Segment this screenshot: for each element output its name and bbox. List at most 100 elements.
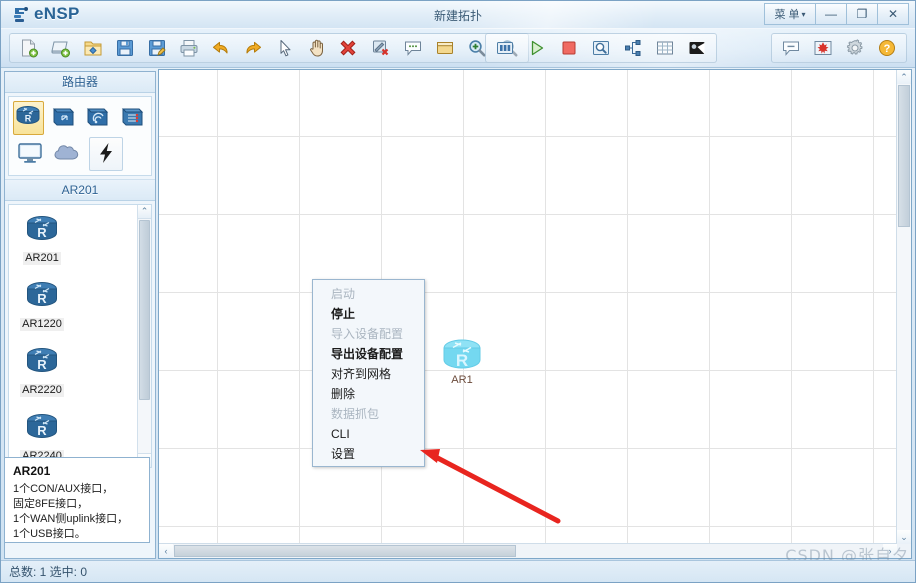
- palette-scrollbar-thumb[interactable]: [139, 220, 150, 400]
- maximize-button[interactable]: ❐: [846, 3, 878, 25]
- scroll-down-icon[interactable]: ⌄: [897, 530, 911, 544]
- canvas-vscroll-thumb[interactable]: [898, 85, 910, 227]
- print-icon[interactable]: [174, 34, 204, 62]
- router-device-icon: R: [22, 210, 62, 250]
- text-comment-icon[interactable]: [398, 34, 428, 62]
- redo-icon[interactable]: [238, 34, 268, 62]
- main-toolbar: ?: [1, 29, 915, 68]
- device-category-row-1: R: [11, 100, 149, 136]
- new-topology-icon[interactable]: [14, 34, 44, 62]
- delete-red-x-icon[interactable]: [334, 34, 364, 62]
- menu-item-settings[interactable]: 设置: [313, 444, 424, 464]
- model-label: AR201: [23, 252, 61, 265]
- canvas-hscroll-thumb[interactable]: [174, 545, 516, 557]
- maximize-icon: ❐: [856, 7, 868, 21]
- scroll-right-icon[interactable]: ›: [883, 544, 897, 558]
- save-as-icon[interactable]: [142, 34, 172, 62]
- select-cursor-icon[interactable]: [270, 34, 300, 62]
- save-icon[interactable]: [110, 34, 140, 62]
- window-controls: 菜 单 ▾ — ❐ ✕: [764, 3, 909, 27]
- status-bar: 总数: 1 选中: 0: [1, 560, 915, 582]
- svg-text:R: R: [25, 113, 32, 123]
- minimize-icon: —: [825, 7, 837, 21]
- model-item-ar1220[interactable]: R AR1220: [9, 273, 75, 339]
- menu-item-cli[interactable]: CLI: [313, 424, 424, 444]
- svg-text:R: R: [37, 357, 47, 372]
- svg-text:R: R: [37, 225, 47, 240]
- router-icon: R: [14, 104, 42, 133]
- tooltip-line: 1个USB接口。: [13, 528, 86, 540]
- scroll-up-icon[interactable]: ⌃: [138, 205, 151, 219]
- menu-item-export-config[interactable]: 导出设备配置: [313, 344, 424, 364]
- device-category-grid: R: [8, 96, 152, 176]
- device-category-row-2: [11, 136, 149, 172]
- category-switch[interactable]: [48, 101, 79, 135]
- wlan-ap-icon: [83, 104, 111, 133]
- start-play-icon[interactable]: [522, 34, 552, 62]
- maple-leaf-icon[interactable]: [808, 34, 838, 62]
- firewall-icon: [118, 104, 146, 133]
- menu-button[interactable]: 菜 单 ▾: [764, 3, 816, 25]
- device-model-grid: R AR201 R AR1220 R AR2220 R AR2240: [9, 207, 137, 467]
- category-wlan[interactable]: [82, 101, 113, 135]
- switch-icon: [49, 104, 77, 133]
- hand-pan-icon[interactable]: [302, 34, 332, 62]
- svg-text:R: R: [37, 423, 47, 438]
- canvas-vertical-scrollbar[interactable]: ⌃ ⌄: [896, 70, 911, 544]
- open-folder-icon[interactable]: [78, 34, 108, 62]
- undo-icon[interactable]: [206, 34, 236, 62]
- category-firewall[interactable]: [117, 101, 148, 135]
- new-device-icon[interactable]: [46, 34, 76, 62]
- tooltip-line: 1个WAN侧uplink接口，: [13, 513, 129, 525]
- gear-settings-icon[interactable]: [840, 34, 870, 62]
- menu-button-label: 菜 单: [774, 9, 800, 21]
- router-device-icon: R: [22, 408, 62, 448]
- menu-item-align-grid[interactable]: 对齐到网格: [313, 364, 424, 384]
- canvas-device-ar1[interactable]: R AR1: [437, 336, 487, 386]
- model-label: AR1220: [20, 318, 64, 331]
- scrollbar-corner: [897, 544, 911, 558]
- category-cloud[interactable]: [51, 137, 85, 171]
- category-custom[interactable]: [89, 137, 123, 171]
- router-device-icon: R: [22, 276, 62, 316]
- close-button[interactable]: ✕: [877, 3, 909, 25]
- topology-canvas[interactable]: R AR1 启动 停止 导入设备配置 导出设备配置 对齐到网格 删除 数据抓包 …: [159, 70, 897, 544]
- palette-scrollbar[interactable]: ⌃ ⌄: [137, 205, 151, 467]
- help-question-icon[interactable]: ?: [872, 34, 902, 62]
- svg-text:?: ?: [884, 43, 891, 55]
- cloud-icon: [53, 142, 83, 167]
- grid-toggle-icon[interactable]: [650, 34, 680, 62]
- shape-rect-icon[interactable]: [430, 34, 460, 62]
- chevron-down-icon: ▾: [801, 9, 806, 19]
- scroll-up-icon[interactable]: ⌃: [897, 70, 911, 84]
- model-item-ar2220[interactable]: R AR2220: [9, 339, 75, 405]
- minimize-button[interactable]: —: [815, 3, 847, 25]
- menu-item-stop[interactable]: 停止: [313, 304, 424, 324]
- title-bar: eNSP 新建拓扑 菜 单 ▾ — ❐ ✕: [1, 1, 915, 29]
- category-router[interactable]: R: [13, 101, 44, 135]
- device-context-menu: 启动 停止 导入设备配置 导出设备配置 对齐到网格 删除 数据抓包 CLI 设置: [312, 279, 425, 467]
- remove-link-icon[interactable]: [366, 34, 396, 62]
- capture-magnifier-icon[interactable]: [586, 34, 616, 62]
- topology-tree-icon[interactable]: [618, 34, 648, 62]
- category-terminal[interactable]: [13, 137, 47, 171]
- lightning-icon: [95, 141, 117, 168]
- menu-item-capture: 数据抓包: [331, 407, 380, 421]
- tooltip-title: AR201: [13, 464, 51, 478]
- stop-square-icon[interactable]: [554, 34, 584, 62]
- toolbar-group-file: [9, 33, 529, 63]
- tooltip-line: 1个CON/AUX接口，: [13, 483, 114, 495]
- canvas-horizontal-scrollbar[interactable]: ‹ ›: [159, 543, 897, 558]
- model-label: AR2220: [20, 384, 64, 397]
- screenshot-icon[interactable]: [682, 34, 712, 62]
- device-list-icon[interactable]: [490, 34, 520, 62]
- svg-text:R: R: [37, 291, 47, 306]
- menu-item-delete[interactable]: 删除: [313, 384, 424, 404]
- tooltip-line: 固定8FE接口，: [13, 498, 89, 510]
- scroll-left-icon[interactable]: ‹: [159, 544, 173, 558]
- palette-model-header: AR201: [5, 179, 155, 201]
- pc-monitor-icon: [16, 141, 44, 168]
- ensp-application-window: eNSP 新建拓扑 菜 单 ▾ — ❐ ✕ ? 路由器 R AR201 R AR…: [0, 0, 916, 583]
- model-item-ar201[interactable]: R AR201: [9, 207, 75, 273]
- chat-bubble-icon[interactable]: [776, 34, 806, 62]
